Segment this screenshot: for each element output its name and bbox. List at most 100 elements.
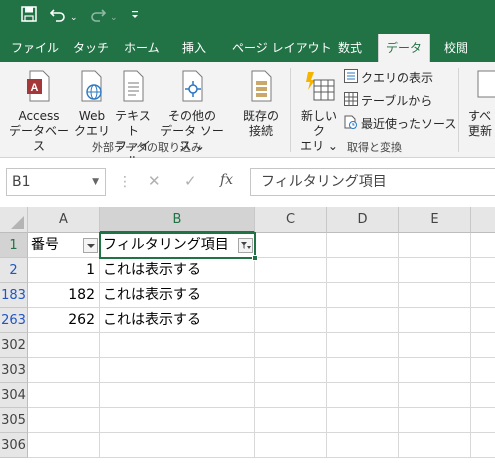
cell-number[interactable]: 1 — [28, 258, 100, 283]
cell-number[interactable] — [28, 383, 100, 408]
redo-icon[interactable] — [90, 6, 107, 27]
cell[interactable] — [399, 358, 471, 383]
column-header-c[interactable]: C — [255, 207, 327, 233]
row-header[interactable]: 263 — [0, 308, 28, 333]
column-header-d[interactable]: D — [327, 207, 399, 233]
tab-data[interactable]: データ — [378, 34, 430, 62]
cell-filter-item[interactable]: これは表示する — [100, 258, 255, 283]
row-header[interactable]: 305 — [0, 408, 28, 433]
cell[interactable] — [255, 283, 327, 308]
cell-number[interactable]: 262 — [28, 308, 100, 333]
filter-dropdown-button[interactable] — [83, 238, 98, 253]
cell[interactable] — [399, 258, 471, 283]
cell[interactable] — [327, 283, 399, 308]
cell[interactable] — [327, 383, 399, 408]
redo-dropdown-icon[interactable]: ⌄ — [110, 8, 118, 28]
undo-dropdown-icon[interactable]: ⌄ — [70, 8, 78, 28]
cell[interactable] — [327, 233, 399, 258]
cell[interactable] — [255, 433, 327, 458]
tab-file[interactable]: ファイル — [11, 34, 59, 62]
cell-filter-item[interactable] — [100, 333, 255, 358]
cell[interactable] — [471, 333, 495, 358]
show-queries-button[interactable]: クエリの表示 — [344, 68, 433, 88]
cell[interactable] — [471, 358, 495, 383]
column-header-e[interactable]: E — [399, 207, 471, 233]
cell[interactable] — [471, 258, 495, 283]
cell[interactable] — [471, 233, 495, 258]
fill-handle[interactable] — [252, 255, 258, 261]
row-header[interactable]: 1 — [0, 233, 28, 258]
cell-filter-item[interactable] — [100, 433, 255, 458]
cell-number[interactable] — [28, 408, 100, 433]
cell-filter-item[interactable] — [100, 383, 255, 408]
insert-function-button[interactable]: fx — [220, 172, 233, 188]
cell[interactable] — [255, 333, 327, 358]
filter-applied-button[interactable] — [238, 238, 253, 253]
cell-filter-item[interactable]: これは表示する — [100, 308, 255, 333]
refresh-all-button[interactable]: すべ 更新 — [468, 70, 495, 139]
cell[interactable] — [255, 233, 327, 258]
row-header[interactable]: 302 — [0, 333, 28, 358]
cell[interactable] — [255, 408, 327, 433]
cell[interactable] — [471, 408, 495, 433]
cell-number[interactable] — [28, 358, 100, 383]
tab-page-layout[interactable]: ページ レイアウト — [232, 34, 332, 62]
cell[interactable] — [327, 333, 399, 358]
web-query-button[interactable]: Web クエリ — [74, 70, 110, 139]
tab-review[interactable]: 校閲 — [444, 34, 468, 62]
cell-filter-item[interactable] — [100, 358, 255, 383]
cell[interactable] — [327, 308, 399, 333]
cell-number[interactable]: 182 — [28, 283, 100, 308]
undo-icon[interactable] — [49, 6, 66, 27]
cell[interactable] — [255, 258, 327, 283]
tab-formulas[interactable]: 数式 — [338, 34, 362, 62]
column-header-b[interactable]: B — [100, 207, 255, 233]
row-header[interactable]: 2 — [0, 258, 28, 283]
tab-touch[interactable]: タッチ — [73, 34, 109, 62]
recent-sources-button[interactable]: 最近使ったソース — [344, 114, 456, 134]
chevron-down-icon[interactable]: ▼ — [92, 169, 99, 195]
column-header-a[interactable]: A — [28, 207, 100, 233]
cell[interactable] — [327, 433, 399, 458]
name-box[interactable]: B1 ▼ — [6, 168, 106, 196]
cell[interactable] — [399, 308, 471, 333]
cell-filter-item[interactable] — [100, 408, 255, 433]
cell[interactable] — [255, 383, 327, 408]
cell[interactable] — [255, 358, 327, 383]
row-header[interactable]: 304 — [0, 383, 28, 408]
cell[interactable] — [471, 433, 495, 458]
cell[interactable] — [327, 408, 399, 433]
cell-number[interactable] — [28, 333, 100, 358]
cell-filter-item[interactable]: これは表示する — [100, 283, 255, 308]
cell-number[interactable] — [28, 433, 100, 458]
save-icon[interactable] — [21, 6, 37, 27]
cell[interactable] — [255, 308, 327, 333]
tab-home[interactable]: ホーム — [124, 34, 160, 62]
new-query-button[interactable]: 新しいク エリ ⌄ — [296, 70, 342, 154]
cell[interactable] — [399, 383, 471, 408]
formula-input[interactable]: フィルタリング項目 — [250, 168, 495, 196]
cell[interactable] — [399, 333, 471, 358]
cell[interactable] — [399, 433, 471, 458]
row-header[interactable]: 306 — [0, 433, 28, 458]
cell[interactable] — [471, 308, 495, 333]
row-header[interactable]: 183 — [0, 283, 28, 308]
cell[interactable] — [399, 283, 471, 308]
cell[interactable] — [399, 408, 471, 433]
cell[interactable] — [471, 383, 495, 408]
cell-b1[interactable]: フィルタリング項目 — [100, 233, 255, 258]
tab-insert[interactable]: 挿入 — [182, 34, 206, 62]
row-header[interactable]: 303 — [0, 358, 28, 383]
enter-button[interactable]: ✓ — [184, 172, 197, 190]
cell[interactable] — [471, 283, 495, 308]
cell[interactable] — [327, 358, 399, 383]
cell[interactable] — [327, 258, 399, 283]
cell[interactable] — [399, 233, 471, 258]
from-table-button[interactable]: テーブルから — [344, 91, 432, 111]
select-all-button[interactable] — [0, 207, 28, 233]
cancel-button[interactable]: ✕ — [148, 172, 161, 190]
existing-connections-button[interactable]: 既存の 接続 — [240, 70, 282, 139]
access-database-button[interactable]: A Access データベース — [8, 70, 70, 154]
customize-qat-icon[interactable] — [130, 6, 140, 26]
column-header-f[interactable] — [471, 207, 495, 233]
